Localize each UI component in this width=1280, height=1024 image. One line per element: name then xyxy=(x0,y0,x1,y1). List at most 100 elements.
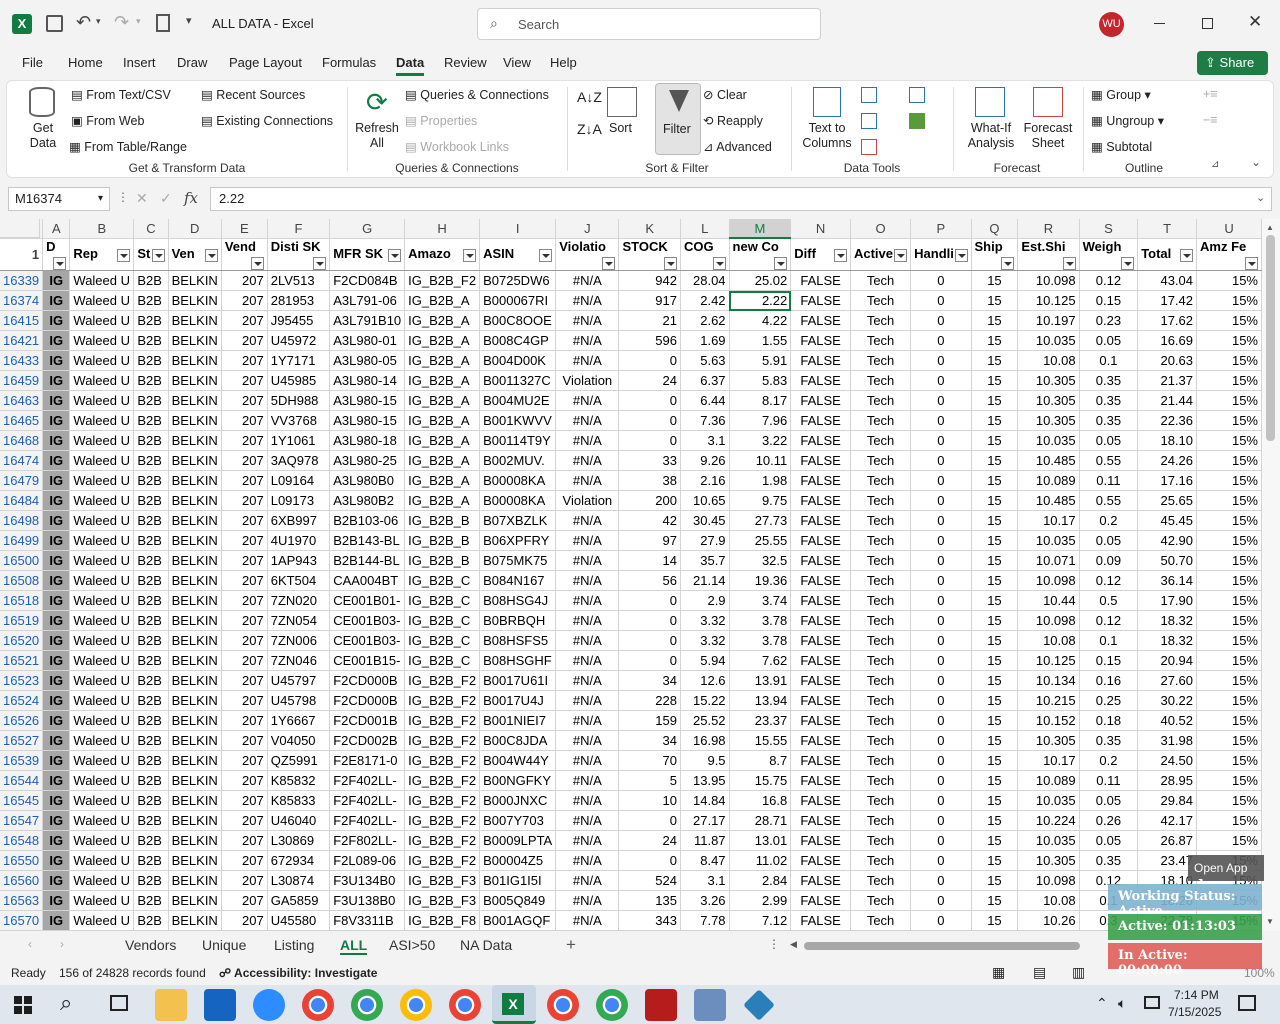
cell[interactable]: #N/A xyxy=(555,690,620,711)
cell[interactable]: FALSE xyxy=(790,750,851,771)
cell[interactable]: 207 xyxy=(221,270,268,291)
filter-dropdown-icon[interactable] xyxy=(250,256,264,270)
sheet-tab-all[interactable]: ALL xyxy=(340,937,368,955)
cell[interactable]: F2CD002B xyxy=(329,730,406,751)
column-header[interactable]: T xyxy=(1137,219,1198,239)
enter-icon[interactable]: ✓ xyxy=(160,190,172,207)
cell[interactable]: B2B xyxy=(133,910,169,931)
customize-qat-icon[interactable]: ▾ xyxy=(186,14,192,27)
header-cell[interactable]: Active xyxy=(850,238,912,271)
cell[interactable]: #N/A xyxy=(555,350,620,371)
cell[interactable]: IG xyxy=(42,490,71,511)
cell[interactable]: 15% xyxy=(1196,310,1262,331)
cell[interactable]: IG_B2B_C xyxy=(404,610,481,631)
cell[interactable]: 15 xyxy=(971,650,1019,671)
cell[interactable]: B2B xyxy=(133,430,169,451)
cell[interactable]: A3L980B2 xyxy=(329,490,406,511)
cell[interactable]: 10.134 xyxy=(1017,670,1080,691)
cell[interactable]: 207 xyxy=(221,870,268,891)
cell[interactable]: 15 xyxy=(971,430,1019,451)
cell[interactable]: 3.32 xyxy=(680,630,730,651)
cell[interactable]: 207 xyxy=(221,630,268,651)
cell[interactable]: CE001B03- xyxy=(329,610,406,631)
cell[interactable]: CE001B01- xyxy=(329,590,406,611)
filter-dropdown-icon[interactable] xyxy=(1121,256,1135,270)
cell[interactable]: 40.52 xyxy=(1137,710,1198,731)
row-number[interactable]: 16544 xyxy=(0,770,44,791)
cell[interactable]: BELKIN xyxy=(168,870,222,891)
cell[interactable]: 18.32 xyxy=(1137,610,1198,631)
cell[interactable]: BELKIN xyxy=(168,450,222,471)
column-header[interactable]: O xyxy=(850,219,912,239)
cell[interactable]: 24.26 xyxy=(1137,450,1198,471)
cell[interactable]: 15% xyxy=(1196,750,1262,771)
cell[interactable]: 0 xyxy=(618,390,681,411)
cell[interactable]: 15% xyxy=(1196,510,1262,531)
cell[interactable]: 207 xyxy=(221,550,268,571)
cell[interactable]: IG xyxy=(42,750,71,771)
cell[interactable]: B0011327C xyxy=(479,370,557,391)
sheet-tab-asi50[interactable]: ASI>50 xyxy=(389,937,435,953)
cell[interactable]: 10.11 xyxy=(729,450,792,471)
cell[interactable]: 0 xyxy=(910,530,972,551)
notifications-icon[interactable] xyxy=(1238,995,1256,1011)
get-data-button[interactable]: Get Data xyxy=(23,121,63,151)
cell[interactable]: F2CD084B xyxy=(329,270,406,291)
row-number[interactable]: 16524 xyxy=(0,690,44,711)
cell[interactable]: 200 xyxy=(618,490,681,511)
cell[interactable]: Waleed U xyxy=(69,270,135,291)
cell[interactable]: Waleed U xyxy=(69,710,135,731)
undo-dropdown-icon[interactable]: ▾ xyxy=(96,16,101,27)
cell[interactable]: CE001B03- xyxy=(329,630,406,651)
cell[interactable]: 15% xyxy=(1196,830,1262,851)
form-icon[interactable] xyxy=(156,14,170,32)
vertical-scrollbar[interactable]: ▲ ▼ xyxy=(1262,219,1280,931)
cell[interactable]: 0 xyxy=(910,730,972,751)
cell[interactable]: B2B xyxy=(133,310,169,331)
cell[interactable]: 0 xyxy=(910,850,972,871)
cell[interactable]: IG_B2B_C xyxy=(404,570,481,591)
cell[interactable]: IG xyxy=(42,850,71,871)
cell[interactable]: IG xyxy=(42,330,71,351)
sheet-tab-na-data[interactable]: NA Data xyxy=(460,937,512,953)
row-number[interactable]: 16508 xyxy=(0,570,44,591)
normal-view-icon[interactable]: ▦ xyxy=(992,964,1005,981)
row-number[interactable]: 16560 xyxy=(0,870,44,891)
row-number[interactable]: 16571 xyxy=(0,930,44,931)
cell[interactable]: 15% xyxy=(1196,290,1262,311)
cell[interactable]: IG xyxy=(42,390,71,411)
column-header[interactable]: L xyxy=(680,219,730,239)
cell[interactable]: 207 xyxy=(221,490,268,511)
cell[interactable]: IG xyxy=(42,650,71,671)
cell[interactable]: 0.35 xyxy=(1079,850,1139,871)
cell[interactable]: 207 xyxy=(221,810,268,831)
cell[interactable]: IG xyxy=(42,310,71,331)
cell[interactable]: K85833 xyxy=(267,790,331,811)
cell[interactable]: FALSE xyxy=(790,570,851,591)
queries-connections-button[interactable]: ▤ Queries & Connections xyxy=(405,87,549,102)
sort-az-icon[interactable]: A↓Z xyxy=(577,89,602,105)
cell[interactable]: 10 xyxy=(618,790,681,811)
row-number[interactable]: 16415 xyxy=(0,310,44,331)
cell[interactable]: 27.60 xyxy=(1137,670,1198,691)
cell[interactable]: 7.62 xyxy=(729,650,792,671)
cell[interactable]: IG xyxy=(42,630,71,651)
cell[interactable]: 0 xyxy=(910,710,972,731)
filter-dropdown-icon[interactable] xyxy=(602,256,616,270)
header-cell[interactable]: Est.Shi xyxy=(1017,238,1080,271)
cell[interactable]: 0 xyxy=(618,810,681,831)
windows-start-icon[interactable] xyxy=(14,996,32,1014)
cell[interactable]: 29.84 xyxy=(1137,790,1198,811)
cell[interactable]: BELKIN xyxy=(168,710,222,731)
cell[interactable]: 10.17 xyxy=(1017,510,1080,531)
cell[interactable]: 10.035 xyxy=(1017,530,1080,551)
cell[interactable]: IG_B2B_B xyxy=(404,510,481,531)
cell[interactable]: 15% xyxy=(1196,550,1262,571)
cell[interactable]: IG_B2B_F3 xyxy=(404,890,481,911)
cell[interactable]: IG xyxy=(42,570,71,591)
cell[interactable]: IG_B2B_A xyxy=(404,350,481,371)
cell[interactable]: 10.305 xyxy=(1017,390,1080,411)
cell[interactable]: 16.8 xyxy=(729,790,792,811)
cell[interactable]: B2B xyxy=(133,550,169,571)
cell[interactable]: 15 xyxy=(971,530,1019,551)
